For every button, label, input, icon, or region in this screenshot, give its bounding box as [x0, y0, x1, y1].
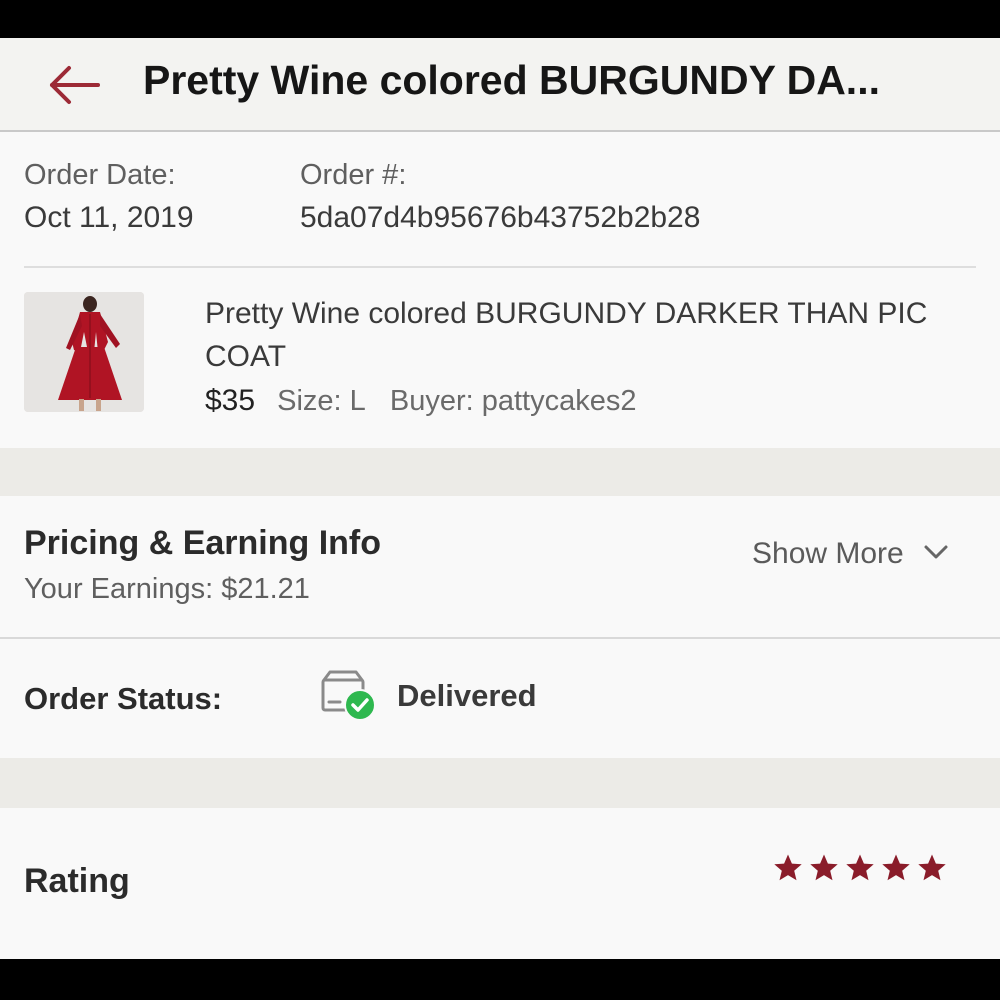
star-icon	[882, 854, 910, 881]
order-date-label: Order Date:	[24, 159, 176, 191]
chevron-down-icon	[924, 545, 948, 559]
earnings-text: Your Earnings: $21.21	[24, 573, 310, 605]
order-status-value: Delivered	[397, 678, 537, 713]
star-icon	[846, 854, 874, 881]
section-spacer	[0, 758, 1000, 808]
item-title[interactable]: Pretty Wine colored BURGUNDY DARKER THAN…	[205, 292, 945, 378]
star-icon	[774, 854, 802, 881]
item-thumbnail[interactable]	[24, 292, 144, 412]
rating-label: Rating	[24, 862, 130, 900]
arrow-left-icon	[50, 66, 100, 104]
item-meta: $35 Size: L Buyer: pattycakes2	[205, 380, 653, 422]
star-icon	[918, 854, 946, 881]
back-button[interactable]	[44, 56, 104, 116]
order-number-value: 5da07d4b95676b43752b2b28	[300, 201, 701, 234]
coat-photo	[24, 292, 144, 412]
package-delivered-icon	[321, 670, 376, 721]
divider	[24, 266, 976, 268]
order-details-screen: Pretty Wine colored BURGUNDY DA... Order…	[0, 38, 1000, 959]
header-bar: Pretty Wine colored BURGUNDY DA...	[0, 38, 1000, 132]
order-status-label: Order Status:	[24, 681, 223, 716]
item-buyer[interactable]: Buyer: pattycakes2	[390, 385, 637, 417]
item-size: Size: L	[277, 385, 366, 417]
order-number-label: Order #:	[300, 159, 407, 191]
pricing-heading: Pricing & Earning Info	[24, 524, 382, 562]
section-spacer	[0, 448, 1000, 496]
star-icon	[810, 854, 838, 881]
rating-stars	[773, 853, 953, 888]
order-date-value: Oct 11, 2019	[24, 201, 194, 234]
page-title: Pretty Wine colored BURGUNDY DA...	[143, 57, 880, 103]
item-price: $35	[205, 384, 256, 417]
show-more-button[interactable]: Show More	[752, 531, 952, 571]
show-more-label: Show More	[752, 537, 904, 570]
